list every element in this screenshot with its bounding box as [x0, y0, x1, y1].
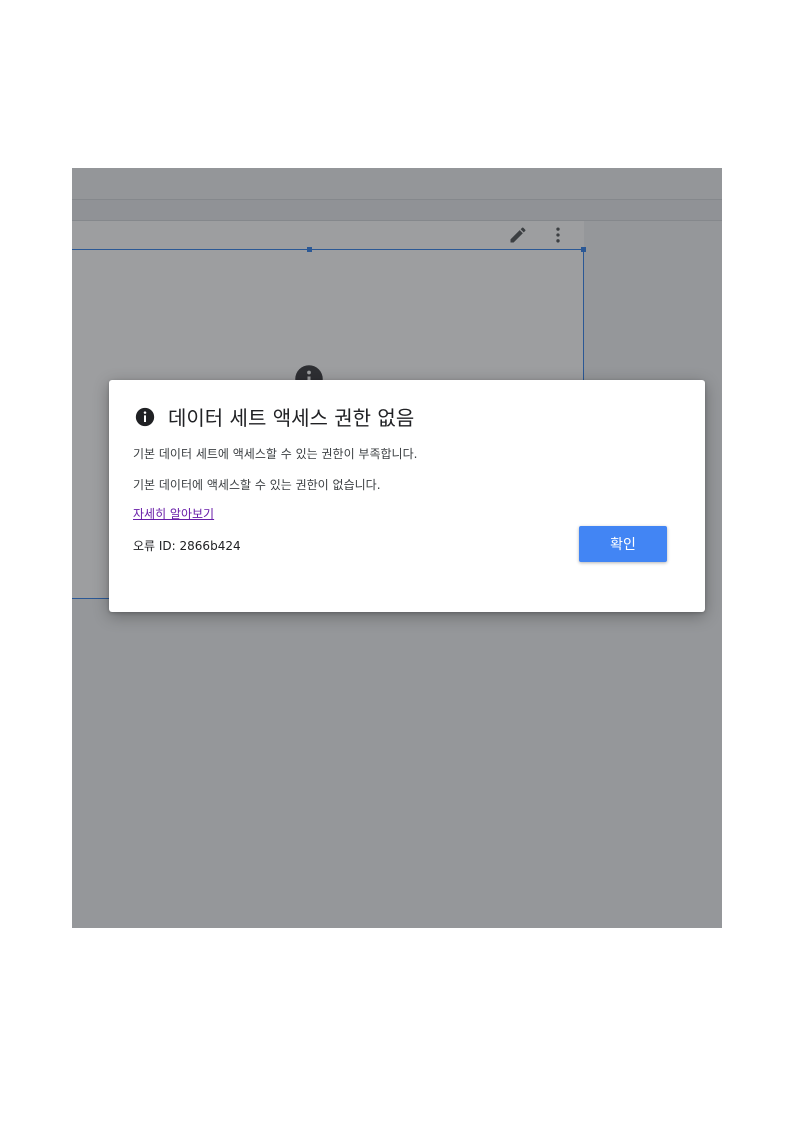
ok-button[interactable]: 확인 [579, 526, 667, 562]
learn-more-link[interactable]: 자세히 알아보기 [133, 505, 214, 522]
permission-denied-dialog: 데이터 세트 액세스 권한 없음 기본 데이터 세트에 액세스할 수 있는 권한… [109, 380, 705, 612]
dialog-message-data: 기본 데이터에 액세스할 수 있는 권한이 없습니다. [133, 478, 381, 492]
dialog-title: 데이터 세트 액세스 권한 없음 [168, 406, 415, 430]
error-id-text: 오류 ID: 2866b424 [133, 539, 241, 553]
info-icon [135, 407, 155, 427]
dialog-message-dataset: 기본 데이터 세트에 액세스할 수 있는 권한이 부족합니다. [133, 447, 418, 461]
